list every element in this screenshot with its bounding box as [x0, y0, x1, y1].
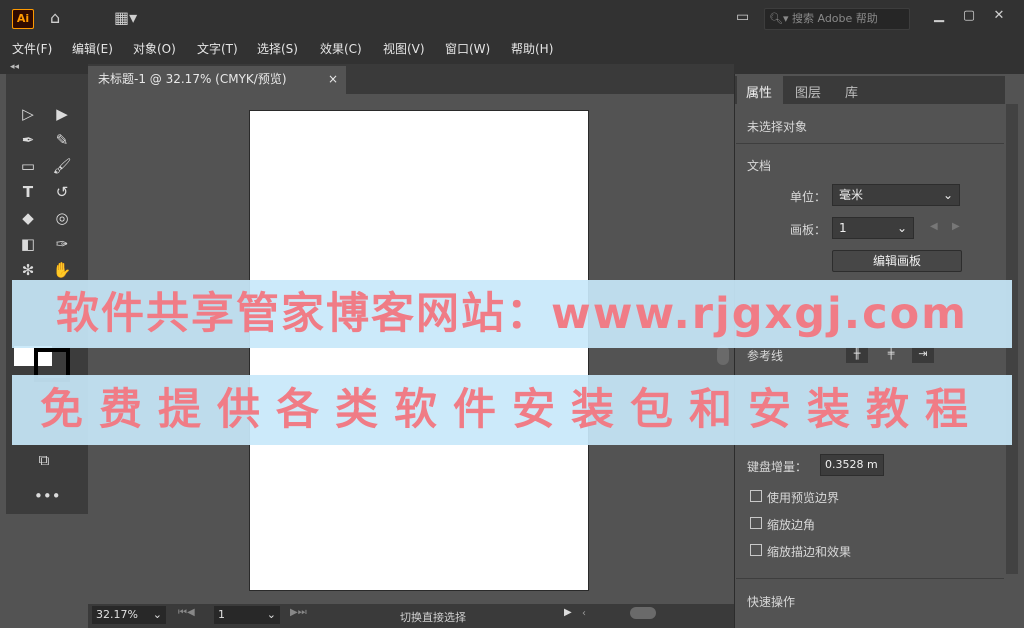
menu-view[interactable]: 视图(V)	[383, 40, 425, 57]
menu-file[interactable]: 文件(F)	[12, 40, 52, 57]
use-preview-bounds-label: 使用预览边界	[767, 491, 840, 505]
gradient-tool-icon[interactable]: ◧	[18, 234, 38, 254]
close-document-icon[interactable]: ×	[328, 66, 338, 92]
type-tool-icon[interactable]: T	[18, 182, 38, 202]
keyboard-increment-label: 键盘增量：	[747, 460, 808, 474]
status-text: 切换直接选择	[400, 611, 466, 624]
app-logo: Ai	[12, 9, 34, 29]
artboard[interactable]	[249, 110, 589, 591]
scale-corners-checkbox[interactable]	[750, 517, 762, 529]
menu-help[interactable]: 帮助(H)	[511, 40, 553, 57]
rectangle-tool-icon[interactable]: ▭	[18, 156, 38, 176]
close-icon[interactable]: ✕	[986, 6, 1012, 26]
zoom-value: 32.17%	[96, 608, 138, 621]
eyedropper-tool-icon[interactable]: ✑	[52, 234, 72, 254]
curvature-tool-icon[interactable]: ✎	[52, 130, 72, 150]
no-selection-label: 未选择对象	[747, 120, 808, 134]
zoom-field[interactable]: 32.17% ⌄	[92, 606, 166, 624]
rotate-tool-icon[interactable]: ↺	[52, 182, 72, 202]
tab-layers[interactable]: 图层	[795, 82, 821, 101]
watermark-banner-description: 免费提供各类软件安装包和安装教程	[12, 375, 1012, 445]
eraser-tool-icon[interactable]: ◆	[18, 208, 38, 228]
artboard-label: 画板：	[790, 223, 827, 237]
artboard-value: 1	[839, 221, 847, 235]
guides-label: 参考线	[747, 349, 784, 363]
scale-corners-label: 缩放边角	[767, 518, 816, 532]
chevron-down-icon: ⌄	[896, 221, 907, 235]
next-artboard-icon[interactable]: ▶	[952, 221, 960, 232]
selection-tool-icon[interactable]: ▷	[18, 104, 38, 124]
arrange-documents-icon[interactable]: ▭	[736, 9, 749, 25]
previous-artboard-icon[interactable]: ◀	[930, 221, 938, 232]
snap-to-grid-icon[interactable]: ⇥	[912, 347, 934, 363]
show-grid-icon[interactable]: ╪	[880, 347, 902, 363]
menu-object[interactable]: 对象(O)	[133, 40, 176, 57]
menu-type[interactable]: 文字(T)	[197, 40, 238, 57]
collapse-toolbar-icon[interactable]: ◂◂	[10, 62, 19, 72]
edit-artboard-button[interactable]: 编辑画板	[832, 250, 962, 272]
document-tab-title: 未标题-1 @ 32.17% (CMYK/预览)	[98, 72, 287, 86]
panel-divider	[736, 578, 1004, 579]
first-page-icon[interactable]: ⏮◀	[178, 607, 195, 618]
watermark-banner-website: 软件共享管家博客网站：www.rjgxgj.com	[12, 280, 1012, 348]
maximize-icon[interactable]: ▢	[956, 6, 982, 26]
tab-properties[interactable]: 属性	[746, 82, 772, 101]
menu-bar: 文件(F) 编辑(E) 对象(O) 文字(T) 选择(S) 效果(C) 视图(V…	[0, 36, 1024, 60]
menu-effect[interactable]: 效果(C)	[320, 40, 362, 57]
hand-tool-icon[interactable]: ✋	[52, 260, 72, 280]
shape-builder-tool-icon[interactable]: ◎	[52, 208, 72, 228]
chevron-down-icon: ⌄	[266, 608, 276, 621]
symbol-sprayer-tool-icon[interactable]: ✻	[18, 260, 38, 280]
chevron-down-icon: ⌄	[152, 608, 162, 621]
minimize-icon[interactable]: ▁	[926, 6, 952, 26]
document-tab[interactable]: 未标题-1 @ 32.17% (CMYK/预览) ×	[88, 66, 346, 94]
menu-select[interactable]: 选择(S)	[257, 40, 298, 57]
tab-libraries[interactable]: 库	[845, 82, 858, 101]
keyboard-increment-field[interactable]: 0.3528 m	[820, 454, 884, 476]
vertical-scrollbar-thumb[interactable]	[717, 345, 729, 365]
units-dropdown[interactable]: 毫米 ⌄	[832, 184, 960, 206]
scale-strokes-effects-checkbox[interactable]	[750, 544, 762, 556]
show-rulers-icon[interactable]: ╫	[846, 347, 868, 363]
units-value: 毫米	[839, 188, 864, 202]
units-label: 单位：	[790, 190, 827, 204]
direct-selection-tool-icon[interactable]: ▶	[52, 104, 72, 124]
artboard-dropdown[interactable]: 1 ⌄	[832, 217, 914, 239]
search-icon: 🔍︎▾	[769, 12, 789, 25]
menu-window[interactable]: 窗口(W)	[445, 40, 490, 57]
paintbrush-tool-icon[interactable]: 🖌︎	[52, 156, 72, 176]
menu-edit[interactable]: 编辑(E)	[72, 40, 113, 57]
section-document-label: 文档	[747, 159, 772, 173]
change-screen-mode-icon[interactable]: ⧉	[34, 450, 54, 470]
horizontal-scrollbar[interactable]: ‹	[582, 607, 710, 621]
chevron-down-icon: ⌄	[942, 188, 953, 202]
layout-icon[interactable]: ▦▾	[114, 8, 137, 27]
search-input[interactable]: 🔍︎▾ 搜索 Adobe 帮助	[764, 8, 910, 30]
search-placeholder: 搜索 Adobe 帮助	[792, 12, 878, 25]
quick-actions-label: 快速操作	[747, 595, 796, 609]
panel-strip	[734, 60, 1024, 74]
artboard-navigation-field[interactable]: 1 ⌄	[214, 606, 280, 624]
pen-tool-icon[interactable]: ✒	[18, 130, 38, 150]
next-page-icon[interactable]: ▶⏭	[290, 607, 307, 618]
scale-strokes-effects-label: 缩放描边和效果	[767, 545, 852, 559]
page-value: 1	[218, 608, 225, 621]
use-preview-bounds-checkbox[interactable]	[750, 490, 762, 502]
status-menu-icon[interactable]: ▶	[564, 607, 572, 618]
home-icon[interactable]: ⌂	[50, 8, 60, 27]
panel-divider	[736, 143, 1004, 144]
edit-toolbar-icon[interactable]: •••	[34, 486, 61, 506]
